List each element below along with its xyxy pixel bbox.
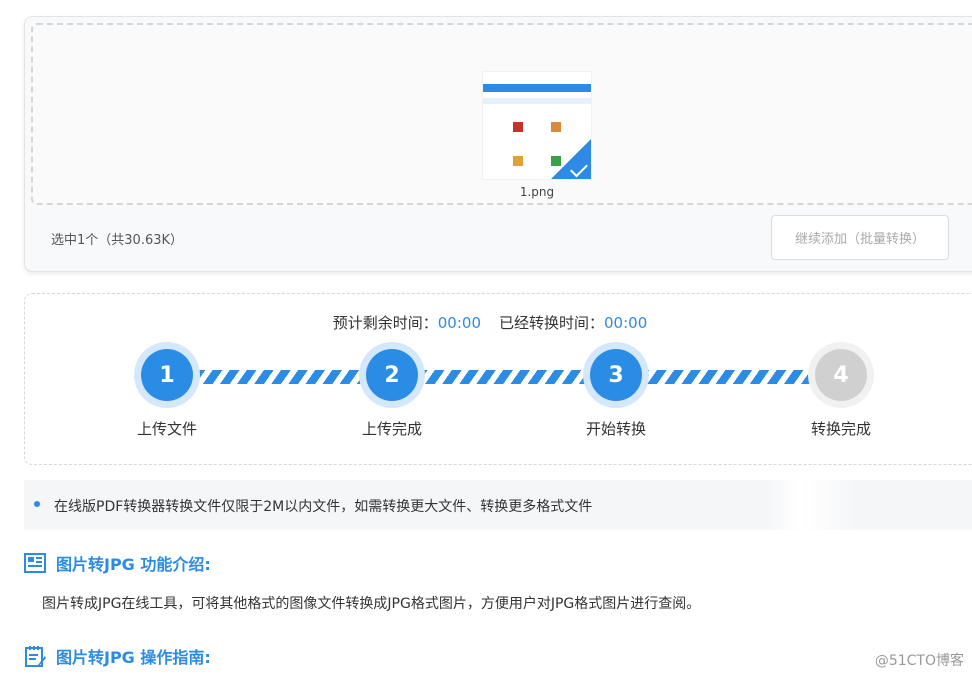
step-3-label: 开始转换 bbox=[585, 420, 646, 438]
selected-file-summary: 选中1个（共30.63K） bbox=[51, 233, 184, 248]
document-list-icon bbox=[24, 553, 46, 573]
thumbnail-image-icon bbox=[551, 122, 561, 132]
progress-track bbox=[195, 370, 845, 384]
step-3-number: 3 bbox=[590, 349, 642, 401]
thumbnail-sub-bar bbox=[483, 98, 591, 104]
step-1: 1 bbox=[134, 342, 200, 408]
step-4: 4 bbox=[808, 342, 874, 408]
bullet-icon bbox=[34, 501, 40, 507]
elapsed-time-label: 已经转换时间： bbox=[499, 314, 605, 332]
conversion-progress-panel: 预计剩余时间：00:00 已经转换时间：00:00 1 上传文件 2 上传完成 3… bbox=[24, 293, 972, 465]
drop-zone[interactable]: 1.png bbox=[31, 23, 972, 205]
step-4-number: 4 bbox=[815, 349, 867, 401]
guide-title: 图片转JPG 操作指南: bbox=[56, 648, 211, 667]
file-name: 1.png bbox=[519, 185, 555, 199]
selected-corner-badge bbox=[551, 139, 591, 179]
thumbnail-pdf-icon bbox=[513, 122, 523, 132]
notice-text: 在线版PDF转换器转换文件仅限于2M以内文件，如需转换更大文件、转换更多格式文件 bbox=[54, 499, 593, 515]
step-3: 3 bbox=[583, 342, 649, 408]
add-more-files-button[interactable]: 继续添加（批量转换） bbox=[771, 215, 949, 260]
guide-heading: 图片转JPG 操作指南: bbox=[24, 644, 211, 668]
notepad-edit-icon bbox=[25, 646, 46, 667]
timer-line: 预计剩余时间：00:00 已经转换时间：00:00 bbox=[25, 312, 972, 333]
thumbnail-ppt-icon bbox=[513, 156, 523, 166]
notice-bar: 在线版PDF转换器转换文件仅限于2M以内文件，如需转换更大文件、转换更多格式文件 bbox=[24, 480, 972, 530]
thumbnail-header-bar bbox=[483, 84, 591, 92]
step-2-label: 上传完成 bbox=[361, 420, 422, 438]
intro-heading: 图片转JPG 功能介绍: bbox=[24, 551, 211, 575]
step-2: 2 bbox=[359, 342, 425, 408]
step-2-number: 2 bbox=[366, 349, 418, 401]
intro-title: 图片转JPG 功能介绍: bbox=[56, 555, 211, 574]
remaining-time-label: 预计剩余时间： bbox=[332, 314, 438, 332]
watermark: @51CTO博客 bbox=[874, 653, 964, 669]
intro-body: 图片转成JPG在线工具，可将其他格式的图像文件转换成JPG格式图片，方便用户对J… bbox=[42, 596, 701, 612]
elapsed-time-value: 00:00 bbox=[604, 314, 648, 332]
step-4-label: 转换完成 bbox=[810, 420, 871, 438]
remaining-time-value: 00:00 bbox=[437, 314, 481, 332]
file-thumbnail[interactable] bbox=[482, 71, 592, 180]
upload-panel: 1.png 选中1个（共30.63K） 继续添加（批量转换） bbox=[24, 16, 972, 272]
step-1-number: 1 bbox=[141, 349, 193, 401]
step-1-label: 上传文件 bbox=[136, 420, 197, 438]
